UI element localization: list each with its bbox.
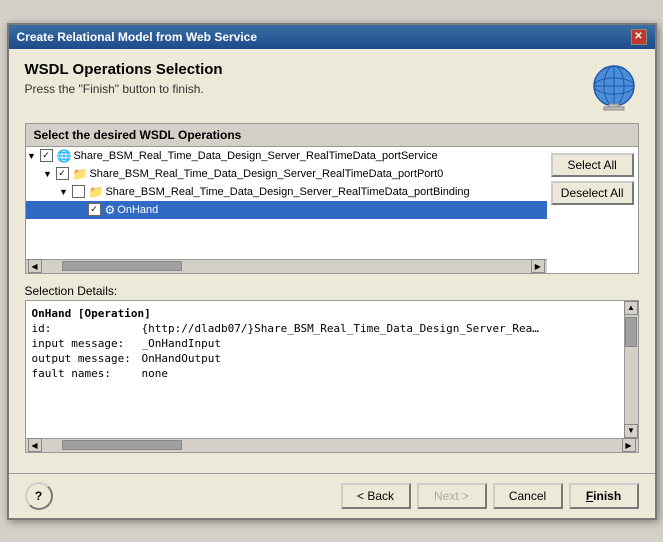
tree-row[interactable]: ▼ ✓ 📁 Share_BSM_Real_Time_Data_Design_Se… bbox=[26, 165, 547, 183]
details-input-value: _OnHandInput bbox=[142, 337, 221, 350]
bottom-right-buttons: < Back Next > Cancel Finish bbox=[341, 483, 639, 509]
window-title: Create Relational Model from Web Service bbox=[17, 30, 258, 44]
help-button[interactable]: ? bbox=[25, 482, 53, 510]
details-output-label: output message: bbox=[32, 352, 142, 365]
tree-item-label: Share_BSM_Real_Time_Data_Design_Server_R… bbox=[73, 150, 437, 162]
tree-item-label: Share_BSM_Real_Time_Data_Design_Server_R… bbox=[89, 168, 443, 180]
bottom-bar: ? < Back Next > Cancel Finish bbox=[9, 473, 655, 518]
scroll-left-arrow[interactable]: ◀ bbox=[28, 259, 42, 273]
details-empty-space bbox=[32, 382, 618, 432]
cancel-button[interactable]: Cancel bbox=[493, 483, 563, 509]
checkbox[interactable]: ✓ bbox=[88, 203, 101, 216]
vertical-scrollbar[interactable]: ▲ ▼ bbox=[624, 301, 638, 438]
title-bar: Create Relational Model from Web Service… bbox=[9, 25, 655, 49]
details-scroll-left[interactable]: ◀ bbox=[28, 438, 42, 452]
tree-row-selected[interactable]: ✓ ⚙ OnHand bbox=[26, 201, 547, 219]
close-button[interactable]: ✕ bbox=[631, 29, 647, 45]
details-content: OnHand [Operation] id: {http://dladb07/}… bbox=[26, 301, 624, 438]
details-with-scroll: OnHand [Operation] id: {http://dladb07/}… bbox=[26, 301, 638, 438]
tree-empty-space bbox=[26, 219, 547, 259]
checkbox[interactable]: ✓ bbox=[56, 167, 69, 180]
gear-icon: ⚙ bbox=[105, 203, 116, 217]
details-output-value: OnHandOutput bbox=[142, 352, 221, 365]
details-title: OnHand [Operation] bbox=[32, 307, 151, 320]
horizontal-scrollbar[interactable]: ◀ ▶ bbox=[26, 259, 547, 273]
button-panel: Select All Deselect All bbox=[547, 147, 638, 273]
toggle-arrow[interactable]: ▼ bbox=[42, 169, 54, 179]
tree-item-label: OnHand bbox=[117, 204, 158, 216]
header-section: WSDL Operations Selection Press the "Fin… bbox=[25, 61, 639, 111]
details-row-output: output message: OnHandOutput bbox=[32, 352, 618, 365]
header-text: WSDL Operations Selection Press the "Fin… bbox=[25, 61, 223, 96]
details-row-id: id: {http://dladb07/}Share_BSM_Real_Time… bbox=[32, 322, 618, 335]
toggle-arrow[interactable]: ▼ bbox=[26, 151, 38, 161]
next-button[interactable]: Next > bbox=[417, 483, 487, 509]
main-content: WSDL Operations Selection Press the "Fin… bbox=[9, 49, 655, 473]
details-row-input: input message: _OnHandInput bbox=[32, 337, 618, 350]
checkbox[interactable]: ✓ bbox=[40, 149, 53, 162]
globe-icon bbox=[589, 61, 639, 111]
details-box: OnHand [Operation] id: {http://dladb07/}… bbox=[25, 300, 639, 453]
main-window: Create Relational Model from Web Service… bbox=[7, 23, 657, 520]
scroll-thumb-v[interactable] bbox=[625, 317, 637, 347]
wsdl-operations-box: Select the desired WSDL Operations ▼ ✓ 🌐… bbox=[25, 123, 639, 274]
tree-item-label: Share_BSM_Real_Time_Data_Design_Server_R… bbox=[105, 186, 469, 198]
tree-row[interactable]: ▼ ✓ 🌐 Share_BSM_Real_Time_Data_Design_Se… bbox=[26, 147, 547, 165]
scroll-thumb-h[interactable] bbox=[62, 261, 182, 271]
details-input-label: input message: bbox=[32, 337, 142, 350]
details-id-value: {http://dladb07/}Share_BSM_Real_Time_Dat… bbox=[142, 322, 542, 335]
details-fault-value: none bbox=[142, 367, 169, 380]
folder-icon: 📁 bbox=[73, 167, 88, 181]
details-row-title: OnHand [Operation] bbox=[32, 307, 618, 320]
tree-with-buttons: ▼ ✓ 🌐 Share_BSM_Real_Time_Data_Design_Se… bbox=[26, 147, 638, 273]
details-label: Selection Details: bbox=[25, 284, 639, 298]
back-button[interactable]: < Back bbox=[341, 483, 411, 509]
select-all-button[interactable]: Select All bbox=[551, 153, 634, 177]
page-title: WSDL Operations Selection bbox=[25, 61, 223, 78]
scroll-down-arrow[interactable]: ▼ bbox=[624, 424, 638, 438]
details-scroll-right[interactable]: ▶ bbox=[622, 438, 636, 452]
scroll-right-arrow[interactable]: ▶ bbox=[531, 259, 545, 273]
tree-scroll-area: ▼ ✓ 🌐 Share_BSM_Real_Time_Data_Design_Se… bbox=[26, 147, 547, 273]
details-horizontal-scrollbar[interactable]: ◀ ▶ bbox=[26, 438, 638, 452]
wsdl-section-title: Select the desired WSDL Operations bbox=[26, 124, 638, 147]
details-fault-label: fault names: bbox=[32, 367, 142, 380]
details-row-fault: fault names: none bbox=[32, 367, 618, 380]
scroll-up-arrow[interactable]: ▲ bbox=[624, 301, 638, 315]
tree-row[interactable]: ▼ 📁 Share_BSM_Real_Time_Data_Design_Serv… bbox=[26, 183, 547, 201]
deselect-all-button[interactable]: Deselect All bbox=[551, 181, 634, 205]
service-icon: 🌐 bbox=[57, 149, 72, 163]
finish-button[interactable]: Finish bbox=[569, 483, 639, 509]
toggle-arrow[interactable]: ▼ bbox=[58, 187, 70, 197]
page-subtitle: Press the "Finish" button to finish. bbox=[25, 82, 223, 96]
folder-icon: 📁 bbox=[89, 185, 104, 199]
details-scroll-thumb[interactable] bbox=[62, 440, 182, 450]
details-id-label: id: bbox=[32, 322, 142, 335]
checkbox[interactable] bbox=[72, 185, 85, 198]
